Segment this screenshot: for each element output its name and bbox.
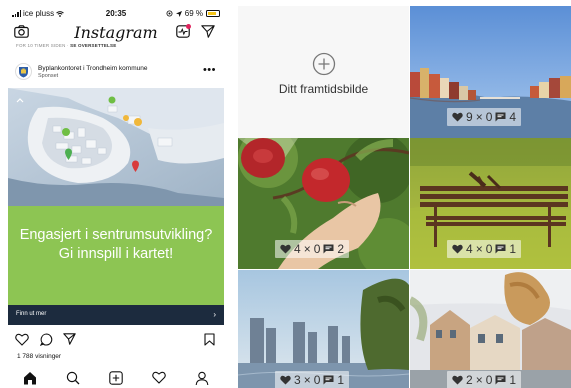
likes-count: 9 xyxy=(466,110,473,124)
heart-icon xyxy=(280,375,291,385)
direct-message-icon[interactable] xyxy=(201,25,215,38)
comments-count: 1 xyxy=(509,242,517,256)
instagram-phone: ice pluss 20:35 69 % Instagram FOR 10 TI… xyxy=(8,0,224,388)
location-icon xyxy=(166,10,173,17)
notice-time: FOR 10 TIMER SIDEN xyxy=(16,43,66,48)
more-options-icon[interactable]: ••• xyxy=(203,64,216,76)
add-future-image-tile[interactable]: Ditt framtidsbilde xyxy=(238,6,409,138)
learn-more-label: Finn ut mer xyxy=(16,311,47,317)
activity-button[interactable] xyxy=(176,24,191,43)
close-icon: × xyxy=(303,373,311,387)
learn-more-button[interactable]: Finn ut mer › xyxy=(8,305,224,325)
add-circle-icon xyxy=(312,52,336,76)
chevron-right-icon: › xyxy=(213,310,216,319)
add-post-icon[interactable] xyxy=(109,371,123,385)
battery-percent: 69 % xyxy=(184,9,203,18)
shares-count: 0 xyxy=(313,373,321,387)
avatar[interactable] xyxy=(15,63,32,80)
bench-stats: 4 × 0 1 xyxy=(447,240,522,258)
city-stats: 3 × 0 1 xyxy=(275,371,350,388)
likes-count: 2 xyxy=(466,373,473,387)
shares-count: 0 xyxy=(485,373,493,387)
instagram-logo[interactable]: Instagram xyxy=(8,23,224,42)
bottom-navigation xyxy=(8,368,224,388)
ad-banner[interactable]: Engasjert i sentrumsutvikling? Gi innspi… xyxy=(8,206,224,305)
close-icon: × xyxy=(475,242,483,256)
heart-icon xyxy=(452,375,463,385)
map-image[interactable] xyxy=(8,88,224,206)
heart-icon xyxy=(280,244,291,254)
aerial-map-illustration xyxy=(8,88,224,206)
search-icon[interactable] xyxy=(66,371,80,385)
shares-count: 0 xyxy=(313,242,321,256)
screenshot: ice pluss 20:35 69 % Instagram FOR 10 TI… xyxy=(0,0,571,388)
navigation-arrow-icon xyxy=(175,10,182,17)
likes-count: 3 xyxy=(294,373,301,387)
river-stats: 9 × 0 4 xyxy=(447,108,522,126)
comment-icon xyxy=(495,112,506,122)
status-right: 69 % xyxy=(166,9,220,18)
close-icon: × xyxy=(303,242,311,256)
post-header: Byplankontoret i Trondheim kommune Spons… xyxy=(8,60,224,86)
shares-count: 0 xyxy=(485,242,493,256)
likes-count: 4 xyxy=(466,242,473,256)
bookmark-icon[interactable] xyxy=(204,333,215,346)
comment-icon xyxy=(495,244,506,254)
status-bar: ice pluss 20:35 69 % xyxy=(8,0,224,20)
comment-icon[interactable] xyxy=(40,333,53,346)
battery-icon xyxy=(206,10,220,17)
shares-count: 0 xyxy=(485,110,493,124)
view-count: 1 788 visninger xyxy=(17,353,62,360)
translation-notice: FOR 10 TIMER SIDEN · SE OVERSETTELSE xyxy=(16,43,116,48)
profile-icon[interactable] xyxy=(195,371,209,385)
comments-count: 1 xyxy=(337,373,345,387)
comments-count: 4 xyxy=(509,110,517,124)
notification-dot xyxy=(186,24,191,29)
heart-icon xyxy=(452,244,463,254)
sponsored-label: Sponset xyxy=(38,73,59,79)
comment-icon xyxy=(323,244,334,254)
houses-stats: 2 × 0 1 xyxy=(447,371,522,388)
add-future-image-label: Ditt framtidsbilde xyxy=(278,82,369,96)
comment-icon xyxy=(495,375,506,385)
see-translation-link[interactable]: SE OVERSETTELSE xyxy=(70,43,116,48)
home-icon[interactable] xyxy=(23,371,37,385)
coat-of-arms-icon xyxy=(19,66,28,77)
heart-icon xyxy=(452,112,463,122)
post-actions xyxy=(8,331,224,349)
comments-count: 1 xyxy=(509,373,517,387)
apple-stats: 4 × 0 2 xyxy=(275,240,350,258)
close-icon: × xyxy=(475,110,483,124)
comment-icon xyxy=(323,375,334,385)
likes-count: 4 xyxy=(294,242,301,256)
comments-count: 2 xyxy=(337,242,345,256)
ad-headline: Engasjert i sentrumsutvikling? Gi innspi… xyxy=(19,227,213,262)
close-icon: × xyxy=(475,373,483,387)
heart-icon[interactable] xyxy=(15,333,29,346)
share-icon[interactable] xyxy=(63,333,76,345)
account-name[interactable]: Byplankontoret i Trondheim kommune xyxy=(38,65,147,72)
activity-heart-icon[interactable] xyxy=(152,371,166,384)
